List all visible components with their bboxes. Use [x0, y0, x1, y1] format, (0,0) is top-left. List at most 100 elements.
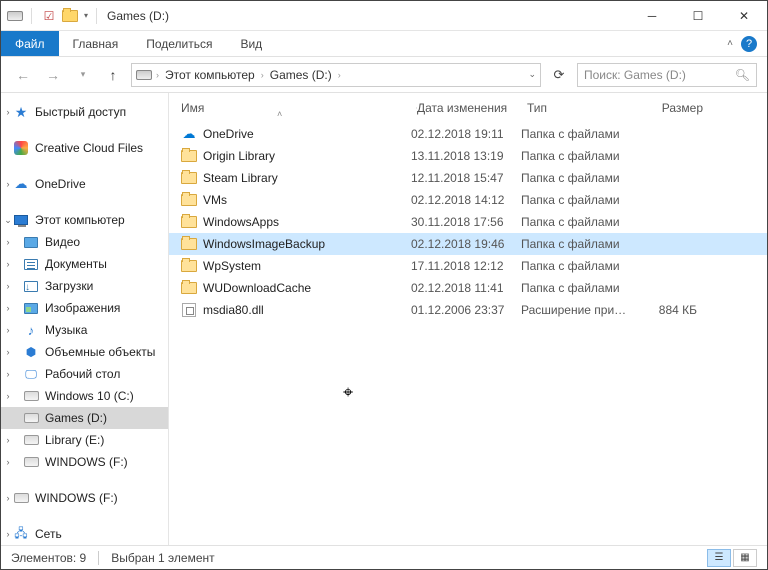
tab-share[interactable]: Поделиться — [132, 31, 226, 56]
nav-drive-f[interactable]: ›WINDOWS (F:) — [1, 451, 168, 473]
folder-icon — [181, 148, 197, 164]
tab-view[interactable]: Вид — [226, 31, 276, 56]
file-date: 01.12.2006 23:37 — [411, 303, 521, 317]
close-button[interactable]: ✕ — [721, 1, 767, 31]
breadcrumb-drive[interactable]: Games (D:) — [266, 68, 336, 82]
nav-back-button[interactable]: ← — [11, 63, 35, 87]
file-type: Папка с файлами — [521, 127, 633, 141]
cube-icon: ⬢ — [23, 344, 39, 360]
qat-properties-button[interactable]: ☑ — [40, 7, 58, 25]
creative-cloud-icon — [14, 141, 28, 155]
nav-3d-objects[interactable]: ›⬢Объемные объекты — [1, 341, 168, 363]
folder-icon — [181, 236, 197, 252]
file-date: 02.12.2018 19:11 — [411, 127, 521, 141]
file-date: 02.12.2018 14:12 — [411, 193, 521, 207]
view-details-button[interactable]: ☰ — [707, 549, 731, 567]
file-row[interactable]: ☁ OneDrive 02.12.2018 19:11Папка с файлами — [169, 123, 767, 145]
nav-pictures[interactable]: ›Изображения — [1, 297, 168, 319]
status-selection: Выбран 1 элемент — [111, 551, 214, 565]
nav-onedrive[interactable]: ›☁OneDrive — [1, 173, 168, 195]
file-row[interactable]: VMs 02.12.2018 14:12Папка с файлами — [169, 189, 767, 211]
file-size: 884 КБ — [633, 303, 703, 317]
nav-forward-button[interactable]: → — [41, 63, 65, 87]
help-button[interactable]: ? — [741, 36, 757, 52]
nav-drive-c[interactable]: ›Windows 10 (C:) — [1, 385, 168, 407]
nav-up-button[interactable]: ↑ — [101, 63, 125, 87]
address-dropdown[interactable]: ⌄ — [528, 69, 536, 80]
minimize-button[interactable]: ─ — [629, 1, 675, 31]
drive-icon — [136, 70, 152, 80]
nav-music[interactable]: ›♪Музыка — [1, 319, 168, 341]
folder-icon — [181, 280, 197, 296]
folder-icon — [181, 192, 197, 208]
nav-quick-access[interactable]: ›★Быстрый доступ — [1, 101, 168, 123]
nav-network[interactable]: ›🖧Сеть — [1, 523, 168, 545]
file-date: 13.11.2018 13:19 — [411, 149, 521, 163]
file-name: msdia80.dll — [203, 303, 264, 317]
window-title: Games (D:) — [107, 9, 169, 23]
file-type: Папка с файлами — [521, 149, 633, 163]
drive-icon — [24, 435, 39, 445]
tab-home[interactable]: Главная — [59, 31, 133, 56]
onedrive-icon: ☁ — [181, 126, 197, 142]
nav-drive-e[interactable]: ›Library (E:) — [1, 429, 168, 451]
nav-desktop[interactable]: ›🖵Рабочий стол — [1, 363, 168, 385]
file-row[interactable]: Origin Library 13.11.2018 13:19Папка с фа… — [169, 145, 767, 167]
column-name[interactable]: Имя˄ — [181, 101, 417, 115]
dll-icon — [181, 302, 197, 318]
qat-dropdown[interactable]: ▾ — [84, 11, 88, 20]
chevron-right-icon[interactable]: › — [338, 70, 341, 80]
nav-drive-d[interactable]: Games (D:) — [1, 407, 168, 429]
file-type: Папка с файлами — [521, 193, 633, 207]
file-row[interactable]: Steam Library12.11.2018 15:47Папка с фай… — [169, 167, 767, 189]
file-name: WindowsImageBackup — [203, 237, 325, 251]
column-date[interactable]: Дата изменения — [417, 101, 527, 115]
drive-icon — [24, 413, 39, 423]
column-type[interactable]: Тип — [527, 101, 639, 115]
address-bar[interactable]: › Этот компьютер › Games (D:) › ⌄ — [131, 63, 541, 87]
file-row[interactable]: WindowsImageBackup02.12.2018 19:46Папка … — [169, 233, 767, 255]
search-input[interactable]: Поиск: Games (D:) 🔍︎ — [577, 63, 757, 87]
chevron-right-icon[interactable]: › — [156, 70, 159, 80]
ribbon-collapse-button[interactable]: ˄ — [727, 38, 733, 49]
document-icon — [24, 259, 38, 270]
nav-this-pc[interactable]: ⌄Этот компьютер — [1, 209, 168, 231]
column-size[interactable]: Размер — [639, 101, 709, 115]
onedrive-icon: ☁ — [13, 176, 29, 192]
file-row[interactable]: WUDownloadCache02.12.2018 11:41Папка с ф… — [169, 277, 767, 299]
view-icons-button[interactable]: ▦ — [733, 549, 757, 567]
music-icon: ♪ — [23, 322, 39, 338]
file-date: 12.11.2018 15:47 — [411, 171, 521, 185]
nav-documents[interactable]: ›Документы — [1, 253, 168, 275]
file-name: WpSystem — [203, 259, 261, 273]
file-name: Origin Library — [203, 149, 275, 163]
picture-icon — [24, 303, 38, 314]
tab-file[interactable]: Файл — [1, 31, 59, 56]
refresh-button[interactable]: ⟳ — [547, 63, 571, 87]
maximize-button[interactable]: ☐ — [675, 1, 721, 31]
qat-newfolder-button[interactable] — [62, 10, 78, 22]
file-name: VMs — [203, 193, 227, 207]
sort-indicator: ˄ — [277, 109, 282, 119]
file-type: Расширение при… — [521, 303, 633, 317]
nav-creative-cloud[interactable]: Creative Cloud Files — [1, 137, 168, 159]
qat-separator — [96, 8, 97, 24]
file-row[interactable]: msdia80.dll 01.12.2006 23:37Расширение пр… — [169, 299, 767, 321]
nav-downloads[interactable]: ›↓Загрузки — [1, 275, 168, 297]
nav-recent-dropdown[interactable]: ▾ — [71, 63, 95, 87]
drive-icon — [14, 493, 29, 503]
file-name: WindowsApps — [203, 215, 279, 229]
nav-drive-f2[interactable]: ›WINDOWS (F:) — [1, 487, 168, 509]
file-list: ☁OneDrive02.12.2018 19:11Папка с файлами… — [169, 123, 767, 545]
navigation-pane: ›★Быстрый доступ Creative Cloud Files ›☁… — [1, 93, 169, 545]
chevron-right-icon[interactable]: › — [261, 70, 264, 80]
file-name: OneDrive — [203, 127, 254, 141]
file-date: 30.11.2018 17:56 — [411, 215, 521, 229]
file-row[interactable]: WindowsApps30.11.2018 17:56Папка с файла… — [169, 211, 767, 233]
file-name: Steam Library — [203, 171, 278, 185]
video-icon — [24, 237, 38, 248]
breadcrumb-pc[interactable]: Этот компьютер — [161, 68, 259, 82]
file-row[interactable]: WpSystem17.11.2018 12:12Папка с файлами — [169, 255, 767, 277]
file-type: Папка с файлами — [521, 237, 633, 251]
nav-videos[interactable]: ›Видео — [1, 231, 168, 253]
